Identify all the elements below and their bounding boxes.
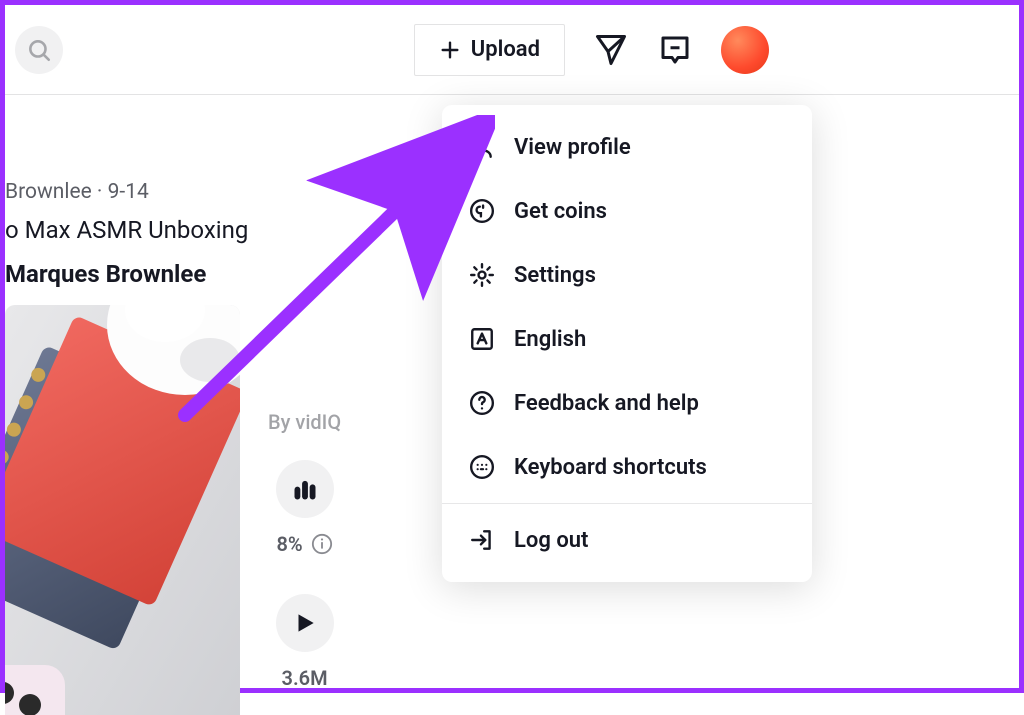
profile-dropdown: View profile Get coins S bbox=[442, 105, 812, 582]
video-thumbnail[interactable] bbox=[5, 305, 240, 715]
menu-settings[interactable]: Settings bbox=[442, 243, 812, 307]
profile-avatar[interactable] bbox=[721, 26, 769, 74]
post-author-bold[interactable]: Marques Brownlee bbox=[5, 260, 248, 288]
post-title: o Max ASMR Unboxing bbox=[5, 216, 248, 244]
analytics-button[interactable] bbox=[276, 460, 334, 518]
menu-view-profile-label: View profile bbox=[514, 135, 631, 160]
search-button[interactable] bbox=[15, 26, 63, 74]
menu-logout[interactable]: Log out bbox=[442, 503, 812, 572]
upload-button[interactable]: Upload bbox=[414, 24, 565, 76]
menu-language-label: English bbox=[514, 327, 586, 352]
language-icon bbox=[469, 326, 495, 352]
thumbnail-image bbox=[5, 305, 240, 715]
messages-button[interactable] bbox=[593, 32, 629, 68]
menu-feedback[interactable]: Feedback and help bbox=[442, 371, 812, 435]
logout-icon bbox=[469, 527, 495, 553]
menu-logout-label: Log out bbox=[514, 528, 588, 553]
search-icon bbox=[26, 37, 52, 63]
upload-label: Upload bbox=[471, 37, 540, 62]
menu-get-coins[interactable]: Get coins bbox=[442, 179, 812, 243]
menu-settings-label: Settings bbox=[514, 263, 596, 288]
help-icon bbox=[469, 390, 495, 416]
header-bar: Upload bbox=[5, 5, 1019, 95]
keyboard-icon bbox=[469, 454, 495, 480]
menu-feedback-label: Feedback and help bbox=[514, 391, 699, 416]
menu-shortcuts[interactable]: Keyboard shortcuts bbox=[442, 435, 812, 499]
menu-get-coins-label: Get coins bbox=[514, 199, 607, 224]
inbox-icon bbox=[657, 32, 693, 68]
post-meta: Brownlee · 9-14 o Max ASMR Unboxing Marq… bbox=[5, 180, 248, 288]
bars-icon bbox=[291, 475, 319, 503]
info-icon[interactable] bbox=[311, 533, 333, 555]
play-icon bbox=[292, 610, 318, 636]
video-stats: By vidIQ 8% bbox=[268, 410, 341, 690]
menu-shortcuts-label: Keyboard shortcuts bbox=[514, 455, 707, 480]
post-author-date: Brownlee · 9-14 bbox=[5, 180, 248, 204]
views-label: 3.6M bbox=[282, 666, 328, 690]
inbox-button[interactable] bbox=[657, 32, 693, 68]
send-icon bbox=[593, 32, 629, 68]
menu-language[interactable]: English bbox=[442, 307, 812, 371]
gear-icon bbox=[469, 262, 495, 288]
play-button[interactable] bbox=[276, 594, 334, 652]
plus-icon bbox=[439, 39, 461, 61]
stats-byline: By vidIQ bbox=[268, 410, 341, 434]
menu-view-profile[interactable]: View profile bbox=[442, 115, 812, 179]
person-icon bbox=[469, 134, 495, 160]
percent-label: 8% bbox=[276, 532, 302, 556]
coin-icon bbox=[469, 198, 495, 224]
